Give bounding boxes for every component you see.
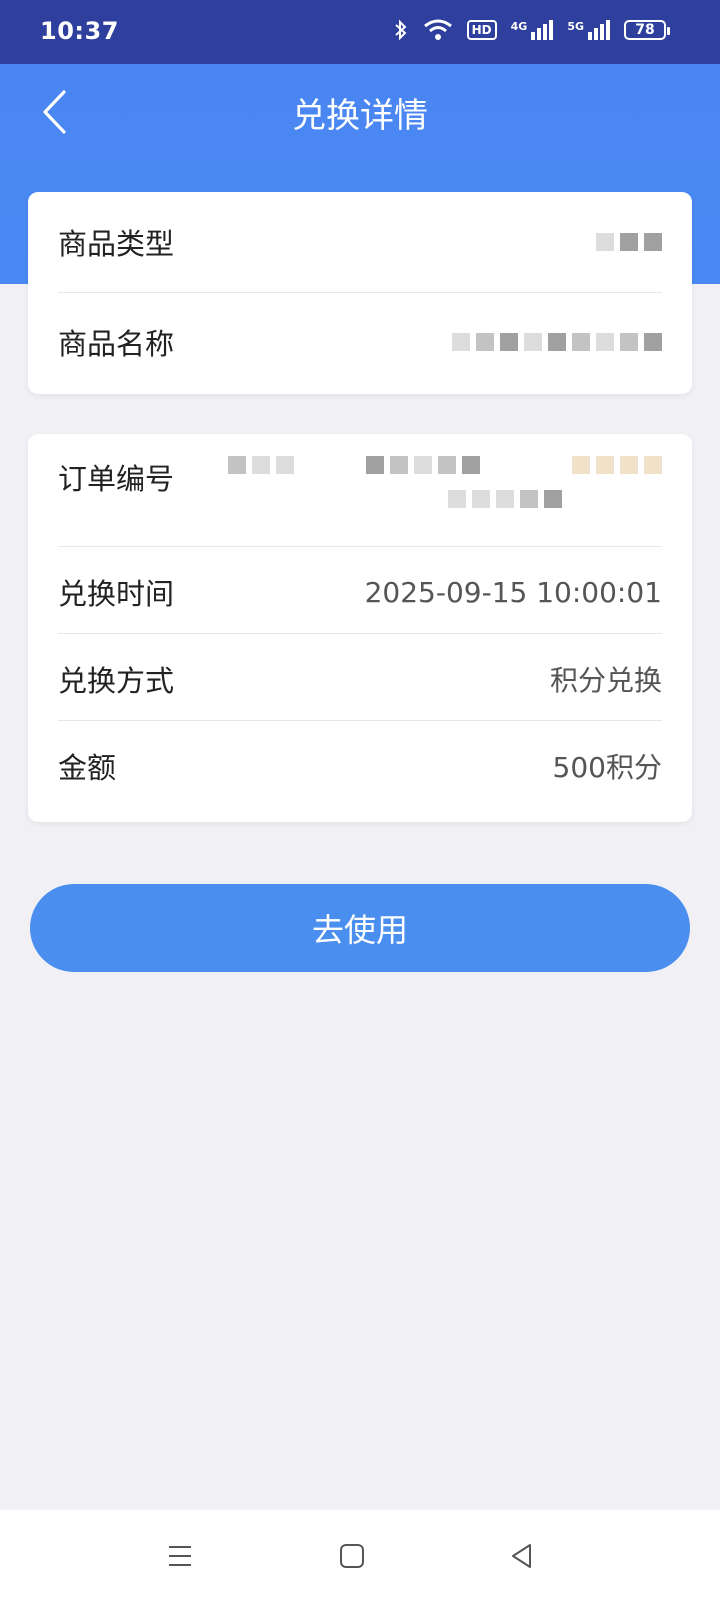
divider xyxy=(58,292,662,293)
order-number-label: 订单编号 xyxy=(58,462,175,496)
divider xyxy=(58,720,662,721)
product-card: 商品类型 商品名称 xyxy=(28,192,692,394)
page-title: 兑换详情 xyxy=(292,96,428,136)
triangle-back-icon xyxy=(512,1544,531,1568)
battery-level: 78 xyxy=(635,22,655,38)
product-type-value-redacted xyxy=(596,233,662,251)
bluetooth-icon xyxy=(394,19,407,41)
order-number-value-redacted xyxy=(228,456,662,508)
signal-5g-icon: 5G xyxy=(567,20,610,40)
product-type-row: 商品类型 xyxy=(58,220,662,264)
menu-button[interactable] xyxy=(160,1536,200,1576)
signal-4g-label: 4G xyxy=(510,20,528,33)
home-button[interactable] xyxy=(332,1536,372,1576)
signal-4g-icon: 4G xyxy=(511,20,554,40)
use-button[interactable]: 去使用 xyxy=(30,884,690,972)
status-bar: 10:37 HD 4G 5G 78 xyxy=(0,0,720,64)
exchange-time-row: 兑换时间 2025-09-15 10:00:01 xyxy=(58,570,662,614)
exchange-method-value: 积分兑换 xyxy=(549,664,662,697)
amount-value: 500积分 xyxy=(552,751,662,784)
exchange-method-label: 兑换方式 xyxy=(58,664,175,698)
exchange-method-row: 兑换方式 积分兑换 xyxy=(58,657,662,701)
amount-row: 金额 500积分 xyxy=(58,744,662,788)
divider xyxy=(58,633,662,634)
wifi-icon xyxy=(423,19,452,40)
hd-icon: HD xyxy=(466,20,497,40)
status-icons: HD 4G 5G 78 xyxy=(393,18,670,42)
product-name-row: 商品名称 xyxy=(58,320,662,364)
system-nav-bar xyxy=(0,1510,720,1600)
product-type-label: 商品类型 xyxy=(58,227,175,261)
divider xyxy=(58,546,662,547)
status-time: 10:37 xyxy=(40,17,119,45)
signal-5g-label: 5G xyxy=(567,20,584,33)
menu-icon xyxy=(169,1546,191,1566)
square-icon xyxy=(340,1544,364,1568)
order-number-row: 订单编号 xyxy=(58,456,662,508)
back-nav-button[interactable] xyxy=(502,1536,542,1576)
product-name-value-redacted xyxy=(452,333,662,351)
amount-label: 金额 xyxy=(58,751,117,785)
exchange-time-value: 2025-09-15 10:00:01 xyxy=(364,575,662,609)
exchange-time-label: 兑换时间 xyxy=(58,577,175,611)
battery-icon: 78 xyxy=(624,20,670,40)
product-name-label: 商品名称 xyxy=(58,327,175,361)
order-card: 订单编号 兑换时间 2025-09-15 10:00:01 兑换方式 积分兑换 … xyxy=(28,434,692,822)
